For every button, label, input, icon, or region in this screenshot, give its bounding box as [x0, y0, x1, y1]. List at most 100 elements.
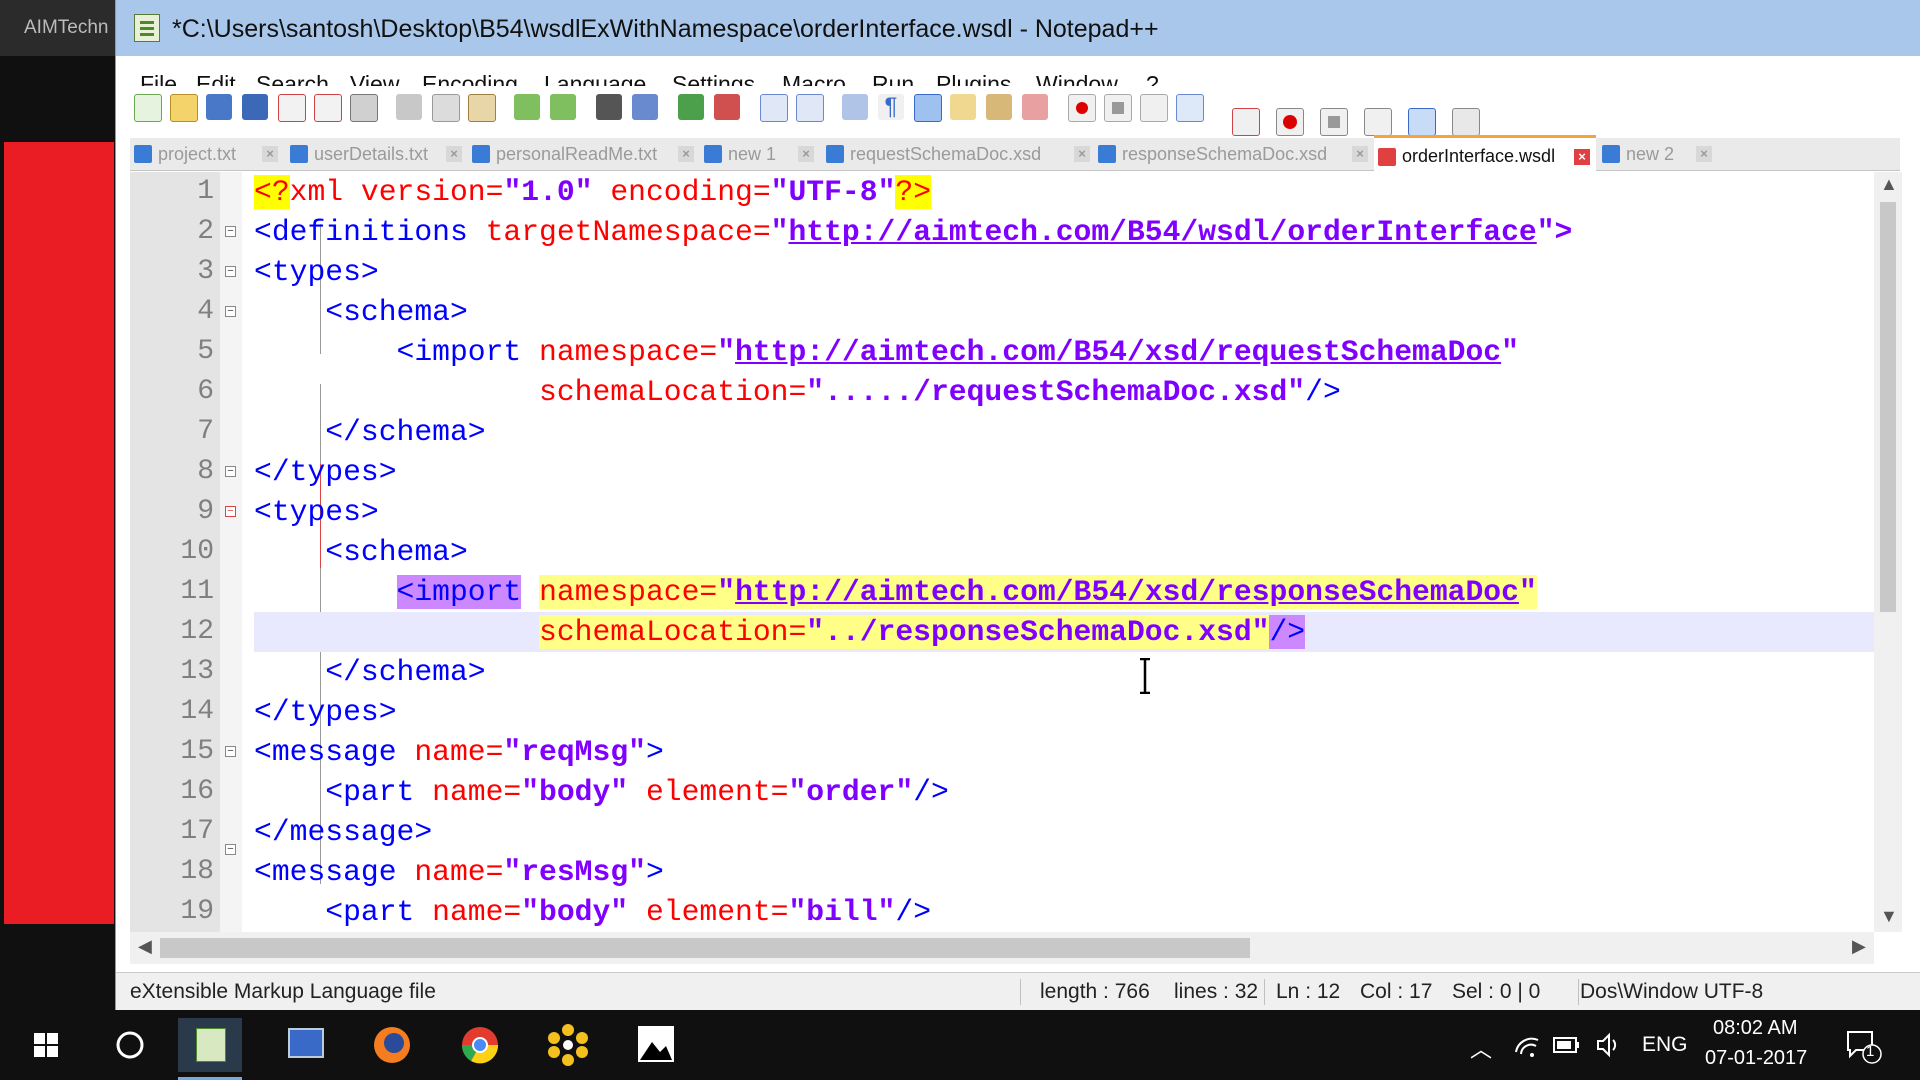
taskbar-paint-icon[interactable] — [536, 1018, 600, 1072]
paste-icon[interactable] — [468, 94, 496, 122]
run-macro-multiple-icon-2[interactable] — [1408, 108, 1436, 136]
code-line: </message> — [254, 815, 433, 849]
tab-responseschemadoc-xsd[interactable]: responseSchemaDoc.xsd × — [1094, 138, 1372, 170]
stop-macro-icon-2[interactable] — [1320, 108, 1348, 136]
title-bar[interactable]: *C:\Users\santosh\Desktop\B54\wsdlExWith… — [116, 0, 1920, 56]
fold-toggle-icon[interactable]: − — [225, 266, 236, 277]
close-file-icon[interactable] — [278, 94, 306, 122]
close-tab-icon[interactable]: × — [446, 146, 462, 162]
fold-toggle-icon[interactable]: − — [225, 466, 236, 477]
menu-language[interactable]: Language — [544, 70, 646, 86]
volume-icon[interactable] — [1594, 1030, 1624, 1060]
tab-userdetails-txt[interactable]: userDetails.txt × — [286, 138, 466, 170]
code-line-current: schemaLocation="../responseSchemaDoc.xsd… — [539, 615, 1306, 649]
windows-start-icon[interactable] — [14, 1018, 78, 1072]
taskbar-firefox-icon[interactable] — [360, 1018, 424, 1072]
cortana-search-icon[interactable] — [98, 1018, 162, 1072]
code-line: <types> — [254, 495, 379, 529]
zoom-in-icon[interactable] — [678, 94, 704, 120]
menu-help[interactable]: ? — [1146, 70, 1159, 86]
play-macro-icon[interactable] — [1140, 94, 1168, 122]
show-hidden-icons-icon[interactable]: ︿ — [1470, 1032, 1492, 1064]
zoom-out-icon[interactable] — [714, 94, 740, 120]
sync-horizontal-icon[interactable] — [796, 94, 824, 122]
fold-toggle-icon[interactable]: − — [225, 506, 236, 517]
menu-edit[interactable]: Edit — [196, 70, 236, 86]
tab-new-1[interactable]: new 1 × — [700, 138, 820, 170]
vertical-scrollbar[interactable]: ▲ ▼ — [1874, 172, 1902, 932]
new-file-icon[interactable] — [134, 94, 162, 122]
status-separator — [1264, 979, 1265, 1005]
fold-toggle-icon[interactable]: − — [225, 306, 236, 317]
menu-view[interactable]: View — [350, 70, 399, 86]
close-tab-icon[interactable]: × — [262, 146, 278, 162]
close-tab-icon[interactable]: × — [1352, 146, 1368, 162]
action-center-icon[interactable] — [1842, 1026, 1882, 1066]
vertical-scroll-thumb[interactable] — [1880, 202, 1896, 612]
horizontal-scrollbar[interactable]: ◀ ▶ — [130, 932, 1874, 964]
tab-requestschemadoc-xsd[interactable]: requestSchemaDoc.xsd × — [822, 138, 1092, 170]
find-icon[interactable] — [596, 94, 622, 120]
save-macro-icon[interactable] — [1232, 108, 1260, 136]
menu-run[interactable]: Run — [872, 70, 914, 86]
close-tab-icon[interactable]: × — [1696, 146, 1712, 162]
cut-icon[interactable] — [396, 94, 422, 120]
fold-toggle-icon[interactable]: − — [225, 844, 236, 855]
clock-time[interactable]: 08:02 AM — [1713, 1017, 1798, 1040]
horizontal-scroll-thumb[interactable] — [160, 938, 1250, 958]
trim-save-macro-icon[interactable] — [1452, 108, 1480, 136]
taskbar-chrome-icon[interactable] — [448, 1018, 512, 1072]
replace-icon[interactable] — [632, 94, 658, 120]
close-tab-icon[interactable]: × — [798, 146, 814, 162]
scroll-up-icon[interactable]: ▲ — [1880, 174, 1898, 195]
print-icon[interactable] — [350, 94, 378, 122]
tab-project-txt[interactable]: project.txt × — [130, 138, 284, 170]
code-editor[interactable]: 1 2 3 4 5 6 7 8 9 10 11 12 13 14 15 16 1… — [130, 172, 1874, 932]
open-file-icon[interactable] — [170, 94, 198, 122]
taskbar-notepadpp-icon[interactable] — [178, 1018, 242, 1080]
redo-icon[interactable] — [550, 94, 576, 120]
wifi-icon[interactable] — [1512, 1030, 1542, 1060]
input-language[interactable]: ENG — [1642, 1033, 1688, 1057]
tab-orderinterface-wsdl[interactable]: orderInterface.wsdl × — [1374, 135, 1596, 173]
record-macro-icon-2[interactable] — [1276, 108, 1304, 136]
record-macro-icon[interactable] — [1068, 94, 1096, 122]
fold-toggle-icon[interactable]: − — [225, 746, 236, 757]
word-wrap-icon[interactable] — [842, 94, 868, 120]
close-tab-icon[interactable]: × — [1074, 146, 1090, 162]
scroll-right-icon[interactable]: ▶ — [1852, 936, 1866, 957]
close-all-icon[interactable] — [314, 94, 342, 122]
scroll-down-icon[interactable]: ▼ — [1880, 906, 1898, 927]
copy-icon[interactable] — [432, 94, 460, 122]
indent-guide-icon[interactable] — [914, 94, 942, 122]
menu-window[interactable]: Window — [1036, 70, 1118, 86]
notepadpp-app-icon[interactable] — [134, 14, 160, 42]
play-macro-icon-2[interactable] — [1364, 108, 1392, 136]
function-list-icon[interactable] — [986, 94, 1012, 120]
taskbar-computer-icon[interactable] — [272, 1018, 336, 1072]
undo-icon[interactable] — [514, 94, 540, 120]
run-macro-multiple-icon[interactable] — [1176, 94, 1204, 122]
menu-macro[interactable]: Macro — [782, 70, 846, 86]
clock-date[interactable]: 07-01-2017 — [1705, 1047, 1807, 1070]
menu-settings[interactable]: Settings — [672, 70, 755, 86]
menu-file[interactable]: File — [140, 70, 177, 86]
battery-icon[interactable] — [1552, 1032, 1582, 1058]
stop-macro-icon[interactable] — [1104, 94, 1132, 122]
menu-search[interactable]: Search — [256, 70, 329, 86]
tab-personalreadme-txt[interactable]: personalReadMe.txt × — [468, 138, 698, 170]
taskbar-photos-icon[interactable] — [624, 1018, 688, 1072]
scroll-left-icon[interactable]: ◀ — [138, 936, 152, 957]
menu-encoding[interactable]: Encoding — [422, 70, 518, 86]
folder-workspace-icon[interactable] — [1022, 94, 1048, 120]
show-all-chars-icon[interactable]: ¶ — [878, 94, 904, 120]
save-all-icon[interactable] — [242, 94, 268, 120]
fold-toggle-icon[interactable]: − — [225, 226, 236, 237]
close-tab-icon[interactable]: × — [1574, 149, 1590, 165]
menu-plugins[interactable]: Plugins — [936, 70, 1011, 86]
doc-map-icon[interactable] — [950, 94, 976, 120]
save-icon[interactable] — [206, 94, 232, 120]
tab-new-2[interactable]: new 2 × — [1598, 138, 1718, 170]
sync-vertical-icon[interactable] — [760, 94, 788, 122]
close-tab-icon[interactable]: × — [678, 146, 694, 162]
